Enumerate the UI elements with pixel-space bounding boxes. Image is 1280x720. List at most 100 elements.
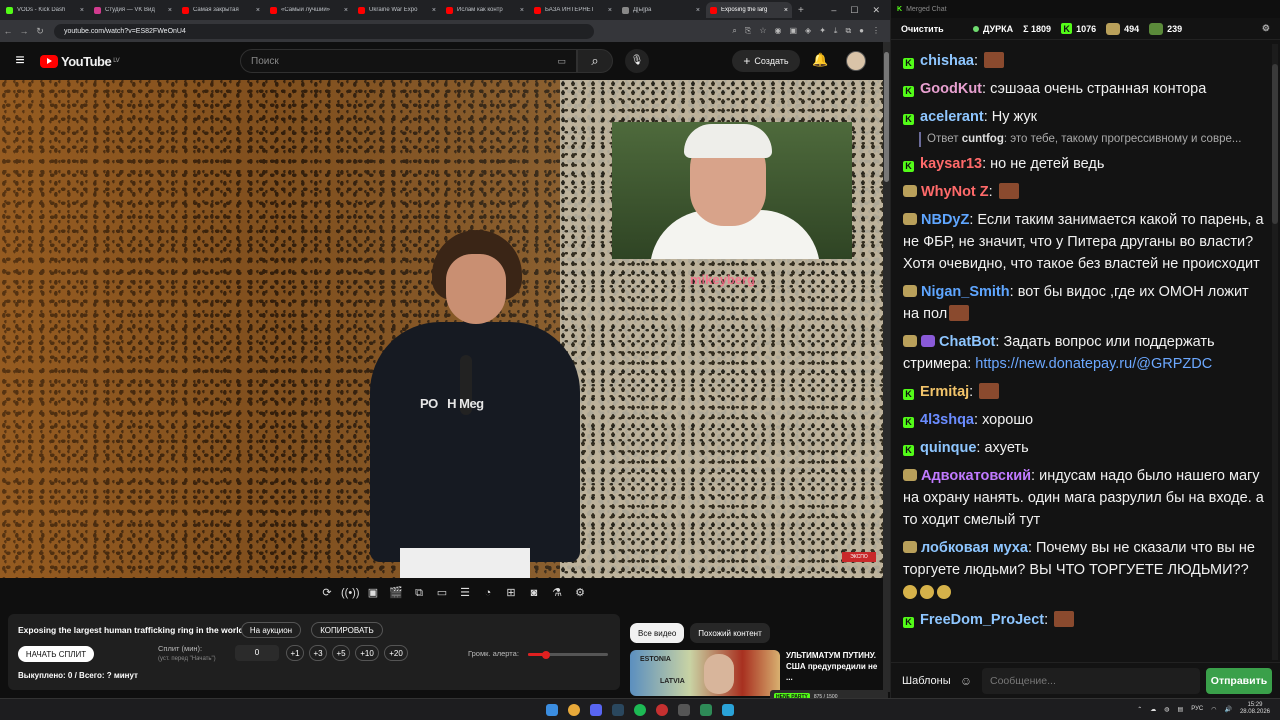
split-minutes-input[interactable]: 0: [235, 645, 279, 661]
steam-icon[interactable]: [612, 704, 624, 716]
clear-button[interactable]: Очистить: [901, 24, 959, 34]
forward-icon[interactable]: →: [16, 26, 32, 36]
chat-scrollbar[interactable]: [1272, 44, 1278, 660]
clapper-icon[interactable]: 🎬: [387, 584, 405, 602]
flask-icon[interactable]: ⚗: [548, 584, 566, 602]
browser-tab[interactable]: Exposing the larg ×: [706, 2, 792, 18]
scrollbar-thumb[interactable]: [884, 52, 889, 182]
chat-username[interactable]: kaysar13: [920, 156, 982, 172]
chat-link[interactable]: https://new.donatepay.ru/@GRPZDC: [975, 356, 1212, 372]
split-increment-button[interactable]: +20: [384, 645, 408, 661]
split-increment-button[interactable]: +10: [355, 645, 379, 661]
chat-username[interactable]: WhyNot Z: [921, 184, 989, 200]
volume-icon[interactable]: 🔊: [1224, 706, 1231, 713]
extension-icon[interactable]: ▣: [789, 26, 797, 36]
screenshot-icon[interactable]: ◙: [525, 584, 543, 602]
split-increment-button[interactable]: +3: [309, 645, 327, 661]
browser-tab[interactable]: БАЗА ИНТЕРНЕТ ×: [530, 2, 616, 18]
app-icon[interactable]: [700, 704, 712, 716]
chat-settings-gear-icon[interactable]: ⚙: [1262, 23, 1270, 34]
reply-user[interactable]: cuntfog: [962, 133, 1004, 145]
chat-username[interactable]: Ermitaj: [920, 384, 969, 400]
to-auction-button[interactable]: На аукцион: [241, 622, 301, 638]
chip-similar[interactable]: Похожий контент: [690, 623, 770, 643]
chip-all-videos[interactable]: Все видео: [630, 623, 685, 643]
search-input[interactable]: Поиск ▭: [240, 49, 577, 73]
message-input[interactable]: Сообщение...: [982, 667, 1200, 694]
tray-icon[interactable]: ◍: [1164, 706, 1169, 713]
video-player[interactable]: PO H Meg mikeyberg ЭКСПО: [0, 80, 883, 578]
broadcast-icon[interactable]: ((•)): [341, 584, 360, 602]
pip-icon[interactable]: ⧉: [410, 584, 428, 602]
telegram-icon[interactable]: [722, 704, 734, 716]
zoom-icon[interactable]: ⌕: [732, 26, 736, 36]
browser-tab[interactable]: VODs - Kick Dash ×: [2, 2, 88, 18]
theater-icon[interactable]: ▭: [433, 584, 451, 602]
obs-icon[interactable]: [656, 704, 668, 716]
youtube-logo[interactable]: YouTube LV: [40, 54, 120, 69]
volume-knob[interactable]: [541, 650, 550, 659]
tray-icon[interactable]: ▤: [1178, 706, 1184, 713]
browser-tab[interactable]: Студия — VK Вид ×: [90, 2, 176, 18]
close-tab-icon[interactable]: ×: [608, 7, 612, 14]
chat-username[interactable]: Nigan_Smith: [921, 284, 1010, 300]
loop-icon[interactable]: ⟳: [318, 584, 336, 602]
video-thumbnail[interactable]: ESTONIA LATVIA: [630, 650, 780, 696]
browser-tab[interactable]: Д[ы]ра ×: [618, 2, 704, 18]
new-tab-button[interactable]: +: [798, 5, 804, 16]
discord-icon[interactable]: [590, 704, 602, 716]
extensions-puzzle-icon[interactable]: ⧉: [845, 26, 851, 36]
chat-username[interactable]: acelerant: [920, 109, 984, 125]
reload-icon[interactable]: ↻: [32, 26, 48, 37]
chat-username[interactable]: лобковая муха: [921, 540, 1028, 556]
install-icon[interactable]: ⎘: [745, 26, 751, 36]
chat-username[interactable]: GoodKut: [920, 81, 982, 97]
close-tab-icon[interactable]: ×: [80, 7, 84, 14]
copy-button[interactable]: КОПИРОВАТЬ: [311, 622, 383, 638]
back-icon[interactable]: ←: [0, 26, 16, 36]
browser-tab[interactable]: Ислам как контр ×: [442, 2, 528, 18]
chat-username[interactable]: FreeDom_ProJect: [920, 612, 1044, 628]
tray-icon[interactable]: ⌃: [1137, 706, 1142, 713]
menu-icon[interactable]: ⋮: [872, 26, 880, 36]
close-tab-icon[interactable]: ×: [696, 7, 700, 14]
extension-icon[interactable]: ✦: [819, 26, 826, 36]
page-scrollbar[interactable]: [883, 42, 890, 692]
avatar[interactable]: [846, 51, 866, 71]
split-increment-button[interactable]: +1: [286, 645, 304, 661]
templates-button[interactable]: Шаблоны: [902, 675, 956, 687]
browser-tab[interactable]: «Самый лучший» ×: [266, 2, 352, 18]
close-tab-icon[interactable]: ×: [432, 7, 436, 14]
close-tab-icon[interactable]: ×: [784, 7, 788, 14]
start-split-button[interactable]: НАЧАТЬ СПЛИТ: [18, 646, 94, 662]
app-icon[interactable]: [678, 704, 690, 716]
browser-tab[interactable]: Ukraine War Expo ×: [354, 2, 440, 18]
windows-start-icon[interactable]: [546, 704, 558, 716]
chat-username[interactable]: chishaa: [920, 53, 974, 69]
close-tab-icon[interactable]: ×: [520, 7, 524, 14]
chat-username[interactable]: 4l3shqa: [920, 412, 974, 428]
hamburger-menu-icon[interactable]: ≡: [0, 52, 40, 70]
close-tab-icon[interactable]: ×: [256, 7, 260, 14]
profile-icon[interactable]: ●: [859, 26, 864, 36]
split-increment-button[interactable]: +5: [332, 645, 350, 661]
subtitles-icon[interactable]: ☰: [456, 584, 474, 602]
chat-username[interactable]: quinque: [920, 440, 976, 456]
keyboard-icon[interactable]: ▭: [557, 56, 566, 67]
minimize-button[interactable]: –: [831, 5, 836, 16]
chat-username[interactable]: Адвокатовский: [921, 468, 1031, 484]
tray-icon[interactable]: ☁: [1150, 706, 1156, 713]
url-field[interactable]: youtube.com/watch?v=ES82FWeOnU4: [54, 23, 594, 39]
settings-gear-icon[interactable]: ⚙: [571, 584, 589, 602]
notifications-bell-icon[interactable]: 🔔: [812, 52, 828, 68]
send-button[interactable]: Отправить: [1206, 667, 1272, 694]
close-tab-icon[interactable]: ×: [344, 7, 348, 14]
close-window-button[interactable]: ✕: [872, 5, 880, 16]
clock[interactable]: 15:29 28.08.2026: [1240, 702, 1270, 716]
screen-record-icon[interactable]: ▣: [364, 584, 382, 602]
create-button[interactable]: + Создать: [732, 50, 800, 72]
spotify-icon[interactable]: [634, 704, 646, 716]
recommended-title[interactable]: УЛЬТИМАТУМ ПУТИНУ. США предупредили не .…: [786, 650, 880, 683]
browser-tab[interactable]: Самая закрытая ×: [178, 2, 264, 18]
language-indicator[interactable]: РУС: [1191, 706, 1203, 712]
